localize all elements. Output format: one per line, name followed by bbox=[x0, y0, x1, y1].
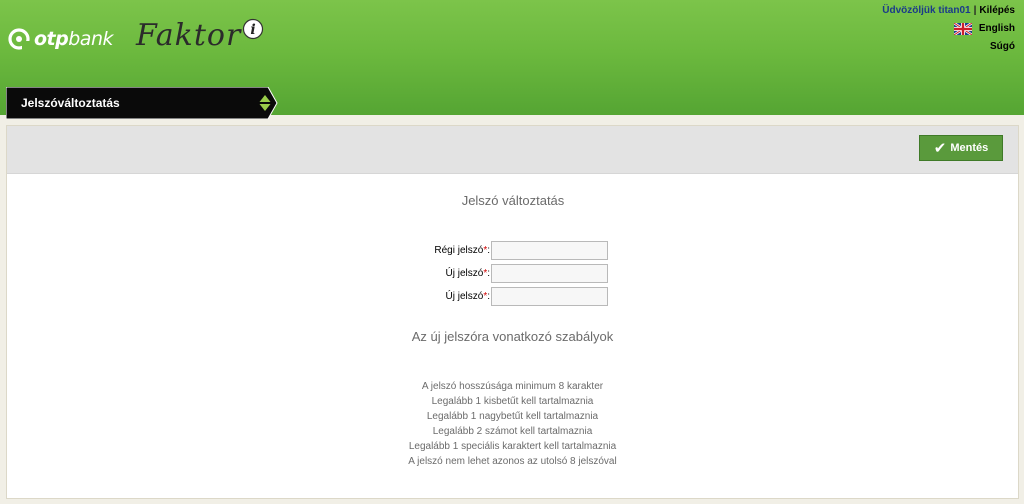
form-title: Jelszó változtatás bbox=[461, 193, 565, 208]
rule-item: Legalább 1 speciális karaktert kell tart… bbox=[408, 441, 617, 452]
menu-tab-label: Jelszóváltoztatás bbox=[21, 96, 120, 110]
app-name: Faktor bbox=[136, 18, 242, 53]
bank-name-bold: otp bbox=[34, 28, 69, 50]
new-password-row: Új jelszó*: bbox=[7, 264, 1018, 284]
content-panel: ✔ Mentés Jelszó változtatás Régi jelszó*… bbox=[6, 125, 1019, 499]
header: otpbank Faktor i Üdvözöljük titan01 | Kilé… bbox=[0, 0, 1024, 119]
new-password-input[interactable] bbox=[491, 264, 608, 283]
confirm-password-row: Új jelszó*: bbox=[7, 287, 1018, 307]
faktor-logo: Faktor i bbox=[136, 18, 264, 54]
rules-title: Az új jelszóra vonatkozó szabályok bbox=[411, 329, 614, 344]
confirm-password-label: Új jelszó*: bbox=[445, 291, 490, 302]
info-badge-icon: i bbox=[243, 18, 264, 40]
bank-name-light: bank bbox=[68, 28, 113, 50]
old-password-label: Régi jelszó*: bbox=[434, 245, 490, 256]
rule-item: A jelszó nem lehet azonos az utolsó 8 je… bbox=[408, 456, 617, 467]
language-switch[interactable]: English bbox=[882, 22, 1015, 35]
user-area: Üdvözöljük titan01 | Kilépés English Súgó bbox=[882, 4, 1015, 53]
otp-logo-mark-icon bbox=[8, 28, 30, 50]
new-password-label: Új jelszó*: bbox=[445, 268, 490, 279]
greeting-text: Üdvözöljük titan01 bbox=[882, 5, 971, 16]
uk-flag-icon bbox=[953, 22, 972, 35]
language-label[interactable]: English bbox=[979, 22, 1015, 35]
confirm-password-input[interactable] bbox=[491, 287, 608, 306]
rule-item: Legalább 1 kisbetűt kell tartalmaznia bbox=[431, 396, 594, 407]
user-line: Üdvözöljük titan01 | Kilépés bbox=[882, 4, 1015, 17]
help-link[interactable]: Súgó bbox=[882, 40, 1015, 53]
rule-item: Legalább 2 számot kell tartalmaznia bbox=[432, 426, 593, 437]
rule-item: Legalább 1 nagybetűt kell tartalmaznia bbox=[426, 411, 599, 422]
otpbank-logo: otpbank bbox=[8, 26, 113, 52]
toolbar: ✔ Mentés bbox=[7, 126, 1018, 174]
separator: | bbox=[973, 5, 977, 16]
checkmark-icon: ✔ bbox=[933, 139, 947, 157]
logout-link[interactable]: Kilépés bbox=[979, 5, 1015, 16]
up-down-arrows-icon[interactable] bbox=[259, 94, 271, 112]
save-button-label: Mentés bbox=[950, 142, 989, 154]
old-password-input[interactable] bbox=[491, 241, 608, 260]
menu-tab-password-change[interactable]: Jelszóváltoztatás bbox=[6, 87, 278, 119]
svg-text:i: i bbox=[251, 22, 256, 38]
rules-list: A jelszó hosszúsága minimum 8 karakter L… bbox=[7, 379, 1018, 469]
save-button[interactable]: ✔ Mentés bbox=[919, 135, 1003, 161]
old-password-row: Régi jelszó*: bbox=[7, 241, 1018, 261]
rule-item: A jelszó hosszúsága minimum 8 karakter bbox=[421, 381, 604, 392]
